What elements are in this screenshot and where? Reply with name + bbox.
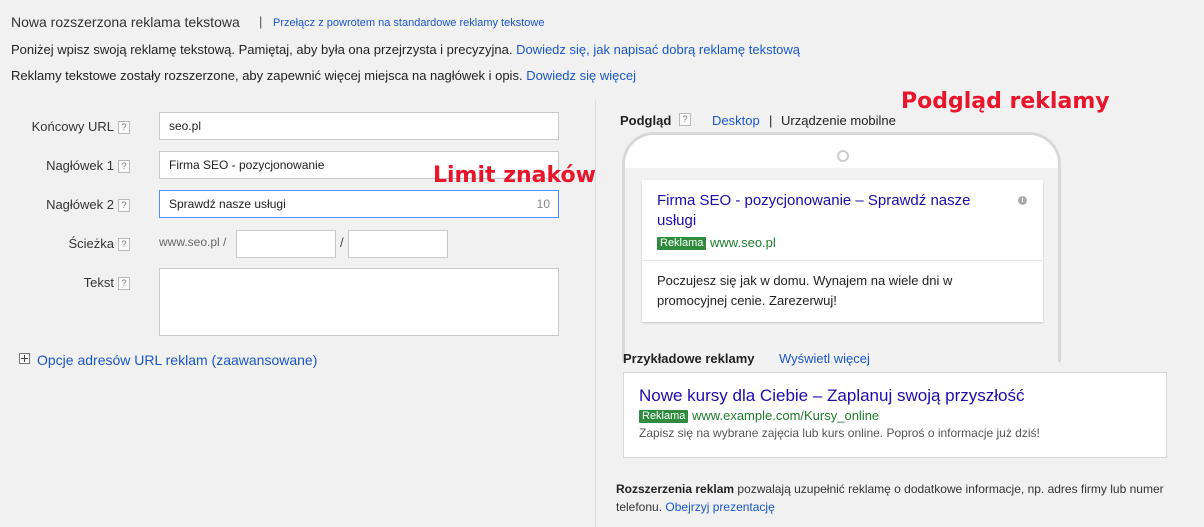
- intro-line-1: Poniżej wpisz swoją reklamę tekstową. Pa…: [11, 42, 800, 57]
- example-ad-card: Nowe kursy dla Ciebie – Zaplanuj swoją p…: [623, 372, 1167, 458]
- ad-preview-annotation: Podgląd reklamy: [901, 89, 1110, 114]
- header-separator: |: [259, 14, 263, 29]
- desktop-preview-link[interactable]: Desktop: [712, 113, 760, 128]
- example-ad-url: www.example.com/Kursy_online: [692, 408, 880, 423]
- path-label: Ścieżka?: [0, 236, 130, 252]
- ad-badge: Reklama: [657, 237, 707, 250]
- example-ad-title[interactable]: Nowe kursy dla Ciebie – Zaplanuj swoją p…: [639, 386, 1025, 406]
- text-textarea[interactable]: [159, 268, 559, 336]
- final-url-input[interactable]: seo.pl: [159, 112, 559, 140]
- expand-plus-icon[interactable]: [19, 353, 30, 364]
- path1-input[interactable]: [236, 230, 336, 258]
- ad-extensions-title: Rozszerzenia reklam: [616, 482, 735, 496]
- phone-speaker-icon: [837, 150, 849, 162]
- text-label-text: Tekst: [83, 275, 114, 290]
- advanced-url-options-link[interactable]: Opcje adresów URL reklam (zaawansowane): [37, 352, 317, 368]
- learn-more-link[interactable]: Dowiedz się więcej: [526, 68, 636, 83]
- ad-extensions-info: Rozszerzenia reklam pozwalają uzupełnić …: [616, 480, 1166, 516]
- final-url-value: seo.pl: [169, 119, 202, 133]
- headline2-label: Nagłówek 2?: [0, 197, 130, 213]
- page-title: Nowa rozszerzona reklama tekstowa: [11, 14, 240, 30]
- headline2-value: Sprawdź nasze usługi: [169, 197, 286, 211]
- path-slash: /: [340, 235, 344, 250]
- headline2-label-text: Nagłówek 2: [46, 197, 114, 212]
- phone-screen: Firma SEO - pozycjonowanie – Sprawdź nas…: [625, 168, 1058, 368]
- help-icon[interactable]: ?: [118, 277, 130, 291]
- char-counter: 10: [536, 197, 550, 211]
- intro-line-2-text: Reklamy tekstowe zostały rozszerzone, ab…: [11, 68, 523, 83]
- mobile-ad-url: www.seo.pl: [710, 235, 776, 250]
- help-icon[interactable]: ?: [679, 113, 691, 126]
- learn-write-ad-link[interactable]: Dowiedz się, jak napisać dobrą reklamę t…: [516, 42, 800, 57]
- intro-line-2: Reklamy tekstowe zostały rozszerzone, ab…: [11, 68, 636, 83]
- watch-presentation-link[interactable]: Obejrzyj prezentację: [665, 500, 774, 514]
- mobile-ad-divider: [642, 260, 1043, 261]
- switch-to-standard-ads-link[interactable]: Przełącz z powrotem na standardowe rekla…: [273, 17, 544, 29]
- path-label-text: Ścieżka: [68, 236, 114, 251]
- path-prefix: www.seo.pl /: [159, 235, 227, 249]
- headline2-input[interactable]: Sprawdź nasze usługi 10: [159, 190, 559, 218]
- final-url-label-text: Końcowy URL: [31, 119, 114, 134]
- example-ad-url-row: Reklama www.example.com/Kursy_online: [639, 408, 879, 423]
- phone-frame: Firma SEO - pozycjonowanie – Sprawdź nas…: [622, 132, 1061, 368]
- mobile-ad-title[interactable]: Firma SEO - pozycjonowanie – Sprawdź nas…: [657, 191, 1012, 231]
- char-limit-annotation: Limit znaków: [433, 163, 596, 188]
- help-icon[interactable]: ?: [118, 121, 130, 135]
- example-ads-label: Przykładowe reklamy: [623, 351, 755, 366]
- mobile-ad-description: Poczujesz się jak w domu. Wynajem na wie…: [657, 273, 953, 308]
- headline1-label-text: Nagłówek 1: [46, 158, 114, 173]
- mobile-preview-label: Urządzenie mobilne: [781, 113, 896, 128]
- help-icon[interactable]: ?: [118, 238, 130, 252]
- mobile-ad-url-row: Reklama www.seo.pl: [657, 235, 776, 250]
- intro-line-1-text: Poniżej wpisz swoją reklamę tekstową. Pa…: [11, 42, 513, 57]
- mobile-ad-card: Firma SEO - pozycjonowanie – Sprawdź nas…: [642, 180, 1043, 322]
- help-icon[interactable]: ?: [118, 199, 130, 213]
- path2-input[interactable]: [348, 230, 448, 258]
- headline1-label: Nagłówek 1?: [0, 158, 130, 174]
- example-ad-description: Zapisz się na wybrane zajęcia lub kurs o…: [639, 426, 1040, 440]
- ad-badge: Reklama: [639, 410, 689, 423]
- preview-label: Podgląd: [620, 113, 672, 128]
- info-icon[interactable]: i: [1018, 196, 1027, 205]
- final-url-label: Końcowy URL?: [0, 119, 130, 135]
- headline1-value: Firma SEO - pozycjonowanie: [169, 158, 325, 172]
- text-label: Tekst?: [0, 275, 130, 291]
- preview-separator: |: [769, 113, 773, 128]
- show-more-link[interactable]: Wyświetl więcej: [779, 351, 870, 366]
- help-icon[interactable]: ?: [118, 160, 130, 174]
